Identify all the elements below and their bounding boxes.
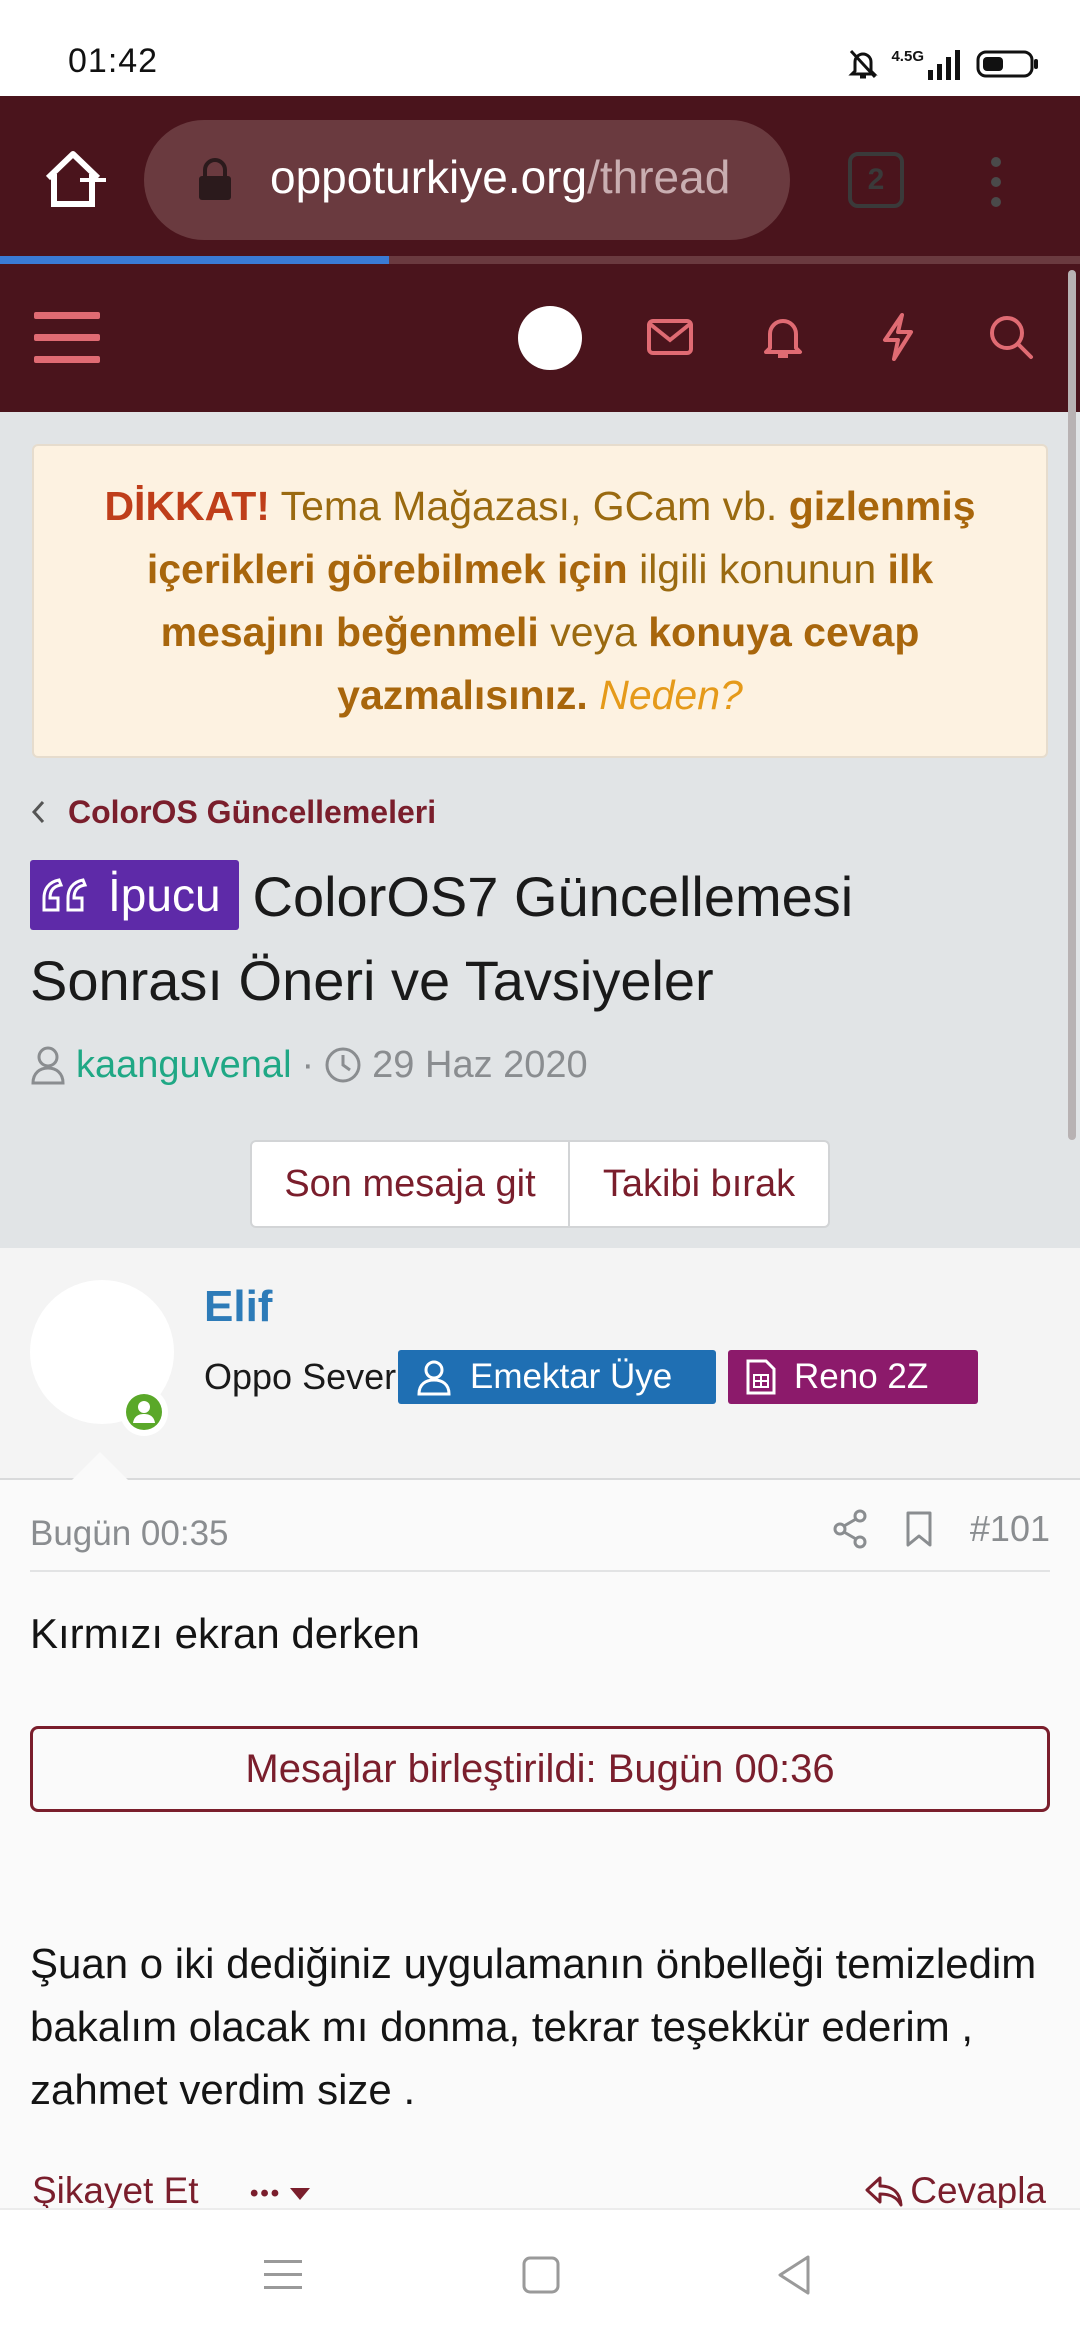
report-link[interactable]: Şikayet Et [32,2170,199,2212]
mute-icon [847,47,879,81]
url-text[interactable]: oppoturkiye.org/thread [270,150,770,204]
search-icon[interactable] [988,314,1034,360]
quote-icon [40,876,88,914]
chevron-left-icon [30,799,46,825]
notice-part1: Tema Mağazası, GCam vb. [269,483,789,529]
last-message-button[interactable]: Son mesaja git [250,1140,570,1228]
thread-author[interactable]: kaanguvenal [76,1044,292,1087]
online-user-icon [124,1392,164,1432]
post-username[interactable]: Elif [204,1282,272,1332]
breadcrumb-label[interactable]: ColorOS Güncellemeleri [68,794,436,831]
back-icon[interactable] [776,2254,812,2296]
breadcrumb[interactable]: ColorOS Güncellemeleri [30,790,436,834]
bell-icon[interactable] [762,314,804,360]
unfollow-button[interactable]: Takibi bırak [570,1140,830,1228]
online-status-badge [120,1388,168,1436]
status-icons: 4.5G [847,44,1040,84]
menu-dots-icon[interactable] [986,156,1006,208]
reply-button[interactable]: Cevapla [864,2170,1046,2212]
member-user-icon [414,1357,454,1397]
post-arrow [72,1452,128,1480]
sim-card-icon [744,1357,778,1397]
signal-icon: 4.5G [891,48,964,80]
home-nav-icon[interactable] [522,2256,560,2294]
clock-icon [324,1046,362,1084]
reply-label: Cevapla [910,2170,1046,2211]
recents-icon[interactable] [264,2258,302,2292]
share-icon[interactable] [832,1509,868,1549]
device-banner-label: Reno 2Z [794,1357,929,1396]
thread-meta: kaanguvenal · 29 Haz 2020 [30,1040,588,1090]
notice-part3: veya [538,609,649,655]
home-icon[interactable] [40,148,106,210]
member-banner: Emektar Üye [398,1350,716,1404]
user-title: Oppo Sever [204,1356,397,1397]
caret-down-icon [289,2187,311,2201]
url-path: /thread [587,151,731,203]
tabs-button[interactable]: 2 [848,152,904,208]
thread-button-group: Son mesaja git Takibi bırak [250,1140,830,1228]
more-actions-button[interactable]: ••• [250,2180,311,2208]
prefix-badge[interactable]: İpucu [30,860,239,931]
user-icon [30,1045,66,1085]
notice-why-link[interactable]: Neden? [599,672,743,718]
member-banner-label: Emektar Üye [470,1357,673,1396]
merged-notice: Mesajlar birleştirildi: Bugün 00:36 [30,1726,1050,1812]
page-scrollbar[interactable] [1068,270,1076,1140]
reply-icon [864,2174,904,2208]
battery-icon [976,49,1040,79]
post-date[interactable]: Bugün 00:35 [30,1514,229,1554]
page-load-progress-fill [0,256,389,264]
device-banner: Reno 2Z [728,1350,978,1404]
notice-text: DİKKAT! Tema Mağazası, GCam vb. gizlenmi… [74,475,1006,727]
post-divider [30,1570,1050,1572]
thread-date[interactable]: 29 Haz 2020 [372,1044,588,1087]
notice-dikkat: DİKKAT! [104,483,270,529]
status-time: 01:42 [68,42,159,80]
lock-icon [196,158,234,202]
hamburger-icon[interactable] [34,310,100,366]
account-avatar[interactable] [518,306,582,370]
tab-count: 2 [867,163,885,196]
mail-icon[interactable] [646,318,694,356]
network-type: 4.5G [891,48,924,65]
notice-banner: DİKKAT! Tema Mağazası, GCam vb. gizlenmi… [32,444,1048,758]
message-text-1: Kırmızı ekran derken [30,1610,420,1657]
page-title: İpucu ColorOS7 Güncellemesi Sonrası Öner… [30,855,1030,1023]
url-domain: oppoturkiye.org [270,151,588,203]
bookmark-icon[interactable] [904,1510,934,1548]
meta-separator: · [301,1043,315,1086]
notice-part2: ilgili konunun [627,546,888,592]
post-actions: #101 [832,1508,1050,1550]
message-text-2: Şuan o iki dediğiniz uygulamanın önbelle… [30,1940,1037,2113]
post-number[interactable]: #101 [970,1508,1050,1550]
prefix-label: İpucu [108,869,221,922]
more-dots: ••• [250,2180,282,2207]
bolt-icon[interactable] [880,312,916,362]
